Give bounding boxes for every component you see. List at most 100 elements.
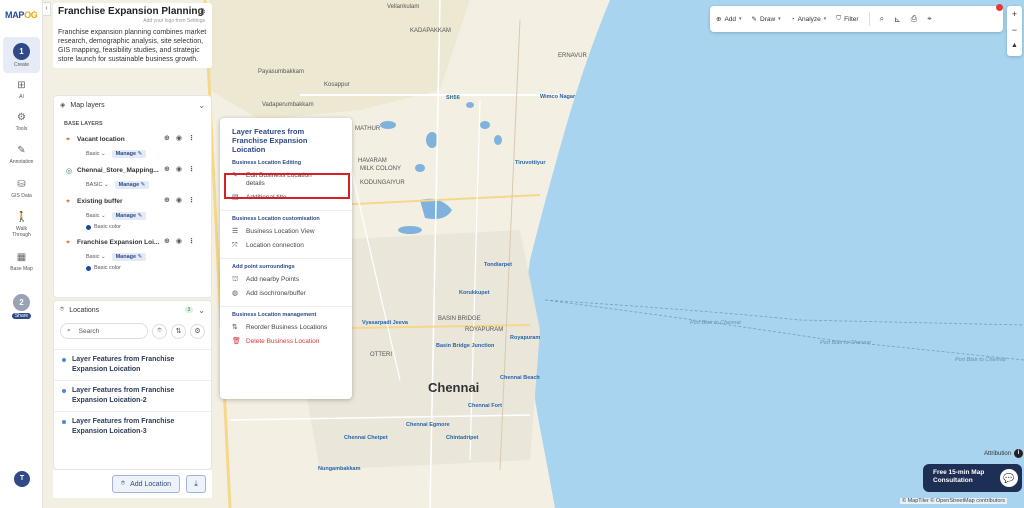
layer-name: Chennai_Store_Mapping... xyxy=(77,167,159,174)
eye-icon[interactable]: ◉ xyxy=(176,134,182,142)
map-label: Chennai Chetpet xyxy=(344,435,388,441)
logo[interactable]: MAPOG xyxy=(5,10,38,20)
user-avatar[interactable]: T xyxy=(14,471,30,487)
add-menu-button[interactable]: ⊕ Add ▾ xyxy=(716,15,742,24)
draw-menu-button[interactable]: ✎ Draw ▾ xyxy=(751,15,781,24)
layer-row[interactable]: ◎ Chennai_Store_Mapping... ⊕ ◉ ⋮ xyxy=(54,163,211,178)
measure-icon[interactable]: ⊾ xyxy=(894,15,901,24)
map-label: Payasumbakkam xyxy=(258,69,305,75)
eye-icon[interactable]: ◉ xyxy=(176,165,182,173)
zoom-to-icon[interactable]: ⊕ xyxy=(164,134,170,142)
layer-row[interactable]: ⌖ Vacant location ⊕ ◉ ⋮ xyxy=(54,132,211,147)
project-title[interactable]: Franchise Expansion Planning xyxy=(58,6,207,17)
filter-button[interactable]: ⛉ Filter xyxy=(836,15,858,23)
consultation-button[interactable]: Free 15-min Map Consultation 💬 xyxy=(923,464,1022,492)
zoom-to-icon[interactable]: ⊕ xyxy=(164,196,170,204)
menu-section-title: Business Location Editing xyxy=(232,160,302,166)
map-label: Chennai Beach xyxy=(500,375,540,381)
caret-down-icon: ▾ xyxy=(823,16,827,22)
rail-step-share[interactable]: 2 Share xyxy=(0,294,43,319)
style-select[interactable]: Basic ⌄ xyxy=(86,151,106,157)
menu-item-nearby-points[interactable]: ⛫ Add nearby Points xyxy=(220,273,352,287)
layer-row[interactable]: ⌖ Franchise Expansion Loi... ⊕ ◉ ⋮ xyxy=(54,235,211,250)
menu-item-location-view[interactable]: ☰ Business Location View xyxy=(220,225,352,239)
style-select[interactable]: Basic ⌄ xyxy=(86,213,106,219)
zoom-to-icon[interactable]: ⊕ xyxy=(164,165,170,173)
download-button[interactable]: ⤓ xyxy=(186,475,206,493)
eye-icon[interactable]: ◉ xyxy=(176,196,182,204)
map-label: Chennai Fort xyxy=(468,403,502,409)
basic-color-row[interactable]: Basic color xyxy=(54,222,211,232)
rail-step-create[interactable]: 1 Create xyxy=(0,43,43,68)
analyze-menu-button[interactable]: ◔ Analyze ▾ xyxy=(791,16,827,23)
rail-item-walk-through[interactable]: 🚶 Walk Through xyxy=(0,212,43,238)
map-label: HAVARAM xyxy=(358,158,387,164)
map-label: MATHUR xyxy=(355,126,381,132)
location-name: Layer Features from Franchise Expansion … xyxy=(72,356,175,373)
menu-item-reorder[interactable]: ⇅ Reorder Business Locations xyxy=(220,321,352,335)
zoom-out-button[interactable]: − xyxy=(1012,22,1017,38)
more-icon[interactable]: ⋮ xyxy=(188,196,195,204)
zoom-to-icon[interactable]: ⊕ xyxy=(164,237,170,245)
menu-section-title: Business Location customisation xyxy=(232,216,320,222)
rail-item-ai[interactable]: ⊞ AI xyxy=(0,80,43,100)
list-item[interactable]: Layer Features from Franchise Expansion … xyxy=(54,349,211,380)
settings-button[interactable]: ⚙ xyxy=(190,323,205,339)
menu-section-title: Add point surroundings xyxy=(232,264,295,270)
layer-row[interactable]: ⌖ Existing buffer ⊕ ◉ ⋮ xyxy=(54,194,211,209)
rail-item-tools[interactable]: ⚙ Tools xyxy=(0,112,43,132)
map-label: Tiruvottiyur xyxy=(515,160,546,166)
more-icon[interactable]: ⋮ xyxy=(188,134,195,142)
compass-icon[interactable]: ▲ xyxy=(1011,38,1018,54)
location-dot xyxy=(62,420,66,424)
step-2-badge: 2 xyxy=(13,294,30,311)
print-icon[interactable]: ⎙ xyxy=(911,14,917,24)
manage-button[interactable]: Manage ✎ xyxy=(111,211,147,220)
menu-item-delete[interactable]: 🗑 Delete Business Location xyxy=(220,335,352,349)
point-icon: ◎ xyxy=(66,167,73,175)
zoom-in-button[interactable]: + xyxy=(1012,6,1017,22)
locate-icon[interactable]: ⌖ xyxy=(927,14,932,24)
more-icon[interactable]: ⋮ xyxy=(188,237,195,245)
eye-icon[interactable]: ◉ xyxy=(176,237,182,245)
base-layers-title: BASE LAYERS xyxy=(64,121,103,127)
search-input[interactable]: ⌕ Search xyxy=(60,323,148,339)
base-map-icon: ▦ xyxy=(16,252,27,263)
manage-button[interactable]: Manage ✎ xyxy=(114,180,150,189)
manage-button[interactable]: Manage ✎ xyxy=(111,149,147,158)
style-select[interactable]: BASIC ⌄ xyxy=(86,182,109,188)
rail-item-annotation[interactable]: ✎ Annotation xyxy=(0,145,43,165)
pencil-icon: ✎ xyxy=(751,16,757,23)
location-dot xyxy=(62,389,66,393)
map-label: ERNAVUR xyxy=(558,53,587,59)
location-pin-icon: ⌾ xyxy=(120,480,126,487)
manage-button[interactable]: Manage ✎ xyxy=(111,252,147,261)
menu-item-location-connection[interactable]: ⤧ Location connection xyxy=(220,239,352,253)
basic-color-row[interactable]: Basic color xyxy=(54,263,211,273)
attribution-toggle[interactable]: Attribution i xyxy=(984,449,1024,458)
layer-style-row: Basic ⌄ Manage ✎ xyxy=(54,147,211,160)
style-select[interactable]: Basic ⌄ xyxy=(86,254,106,260)
list-item[interactable]: Layer Features from Franchise Expansion … xyxy=(54,411,211,442)
locations-header[interactable]: ⌾ Locations 3 ⌄ xyxy=(54,301,211,319)
map-toolbar: ⊕ Add ▾ ✎ Draw ▾ ◔ Analyze ▾ ⛉ Filter ⌕ ⊾ ⎙ ⌖ xyxy=(710,6,1003,32)
rail-label: Base Map xyxy=(10,266,33,272)
menu-item-label: Delete Business Location xyxy=(246,338,320,345)
rail-item-base-map[interactable]: ▦ Base Map xyxy=(0,252,43,272)
map-label: Wimco Nagar xyxy=(540,94,576,100)
rail-label: AI xyxy=(19,94,24,100)
more-icon[interactable]: ⋮ xyxy=(188,165,195,173)
pin-filter-button[interactable]: ⌾ xyxy=(152,323,167,339)
gear-icon[interactable]: ⚙ xyxy=(197,7,206,18)
list-item[interactable]: Layer Features from Franchise Expansion … xyxy=(54,380,211,411)
map-layers-header[interactable]: ◈ Map layers ⌄ xyxy=(54,96,211,114)
info-icon: i xyxy=(1014,449,1024,458)
rail-item-gis-data[interactable]: ⛁ GIS Data xyxy=(0,179,43,199)
search-icon[interactable]: ⌕ xyxy=(880,14,884,24)
sort-button[interactable]: ⇅ xyxy=(171,323,186,339)
collapse-panel-button[interactable]: ‹ xyxy=(43,2,51,16)
caret-down-icon: ▾ xyxy=(778,16,781,22)
add-location-button[interactable]: ⌾ Add Location xyxy=(111,475,180,493)
map-label: Vellankulam xyxy=(387,4,420,10)
menu-item-isochrone[interactable]: ◍ Add isochrone/buffer xyxy=(220,287,352,301)
